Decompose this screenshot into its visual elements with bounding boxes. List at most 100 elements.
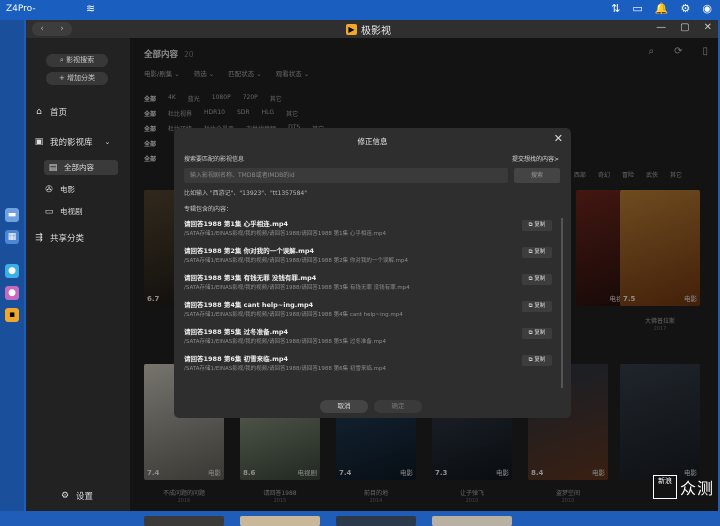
list-item: 请回答1988 第1集 心乎相连.mp4 /SATA存储1/EINAS影视/我的… [184,218,562,244]
apps-grid-icon[interactable]: ▦ [5,230,19,244]
list-item: 请回答1988 第6集 初雪来临.mp4 /SATA存储1/EINAS影视/我的… [184,353,562,379]
back-icon[interactable]: ‹ [40,24,44,34]
media-search-input[interactable]: 输入影视剧名称、TMDB或者IMDB的id [184,168,508,183]
sidebar-item-library[interactable]: ▣ 我的影视库 ⌄ [34,136,111,148]
sidebar-item-tv[interactable]: ▭ 电视剧 [44,206,83,217]
copy-button[interactable]: ⧉ 复制 [522,301,552,312]
sidebar-item-label: 设置 [76,492,94,502]
search-label: 搜索要匹配的影视信息 [184,156,245,163]
copy-icon: ⧉ [528,303,533,309]
plus-icon: + [58,74,65,82]
sidebar-item-label: 我的影视库 [50,138,93,148]
close-window-icon[interactable]: ✕ [704,22,712,33]
maximize-icon[interactable]: ▢ [680,22,689,33]
transfer-icon[interactable]: ⇅ [611,2,620,15]
sidebar-item-label: 共享分类 [50,234,85,244]
file-path: /SATA存储1/EINAS影视/我的视频/请回答1988/请回答1988 第6… [184,366,386,372]
shared-icon: ⇶ [35,233,43,243]
copy-icon: ⧉ [528,249,533,255]
sidebar: ⌕ 影视搜索 + 增加分类 ⌂ 首页 ▣ 我的影视库 ⌄ ▤ 全部内容 ✇ 电影 ▭ 电视剧… [26,38,130,511]
sidebar-item-home[interactable]: ⌂ 首页 [34,106,67,118]
film-reel-icon: ✇ [45,184,53,195]
copy-icon: ⧉ [528,276,533,282]
sidebar-item-label: 电影 [60,185,75,194]
host-name: Z4Pro- [6,4,36,14]
user-icon[interactable]: ◉ [702,2,712,15]
app-icon-purple[interactable]: ● [5,286,19,300]
watermark-logo: 新浪 [652,475,677,499]
search-submit-button[interactable]: 搜索 [514,168,560,183]
desktop-icon[interactable]: ▬ [5,208,19,222]
search-button-label: 影视搜索 [66,56,95,64]
sidebar-item-movie[interactable]: ✇ 电影 [44,184,75,195]
copy-button[interactable]: ⧉ 复制 [522,247,552,258]
wifi-icon: ≋ [86,2,96,15]
list-scrollbar[interactable] [561,218,563,388]
window-controls: — ▢ ✕ [656,22,712,33]
poster-card[interactable] [240,516,320,526]
settings-icon[interactable]: ⚙ [681,2,691,15]
title-bar: ‹ › ▶ 极影视 — ▢ ✕ [26,20,718,38]
search-button[interactable]: ⌕ 影视搜索 [46,54,108,67]
app-logo-icon: ▶ [346,24,357,35]
copy-label: 复制 [534,330,546,336]
app-title-text: 极影视 [361,26,391,37]
notification-icon[interactable]: 🔔 [655,2,669,15]
copy-icon: ⧉ [528,222,533,228]
confirm-button[interactable]: 确定 [374,400,422,413]
copy-label: 复制 [534,222,546,228]
app-icon-blue[interactable]: ● [5,264,19,278]
copy-button[interactable]: ⧉ 复制 [522,220,552,231]
list-item: 请回答1988 第5集 过冬准备.mp4 /SATA存储1/EINAS影视/我的… [184,326,562,352]
sidebar-item-shared[interactable]: ⇶ 共享分类 [34,232,84,244]
file-path: /SATA存储1/EINAS影视/我的视频/请回答1988/请回答1988 第5… [184,339,386,345]
nav-buttons: ‹ › [32,22,72,36]
copy-label: 复制 [534,357,546,363]
watermark: 新浪 众测 [652,475,714,499]
file-path: /SATA存储1/EINAS影视/我的视频/请回答1988/请回答1988 第1… [184,231,386,237]
album-list-label: 专辑包含的内容： [184,206,233,213]
list-item: 请回答1988 第4集 cant help~ing.mp4 /SATA存储1/E… [184,299,562,325]
file-name: 请回答1988 第2集 你对我的一个误解.mp4 [184,247,315,255]
file-path: /SATA存储1/EINAS影视/我的视频/请回答1988/请回答1988 第3… [184,285,410,291]
fix-info-dialog: 修正信息 ✕ 搜索要匹配的影视信息 提交想找的内容> 输入影视剧名称、TMDB或… [174,128,571,418]
close-icon[interactable]: ✕ [554,132,563,145]
watermark-text: 众测 [679,479,714,498]
file-name: 请回答1988 第5集 过冬准备.mp4 [184,328,289,336]
gear-icon: ⚙ [60,491,70,501]
minimize-icon[interactable]: — [656,22,666,33]
poster-card[interactable] [432,516,512,526]
library-icon: ▣ [34,137,44,147]
file-path: /SATA存储1/EINAS影视/我的视频/请回答1988/请回答1988 第4… [184,312,403,318]
add-category-button[interactable]: + 增加分类 [46,72,108,85]
search-hint: 比如输入 "西游记"、"13923"、"tt1357584" [184,190,307,197]
forward-icon[interactable]: › [60,24,64,34]
folder-icon: ▤ [48,162,58,173]
sidebar-item-label: 全部内容 [64,163,94,172]
copy-button[interactable]: ⧉ 复制 [522,328,552,339]
window-icon[interactable]: ▭ [632,2,642,15]
sidebar-item-settings[interactable]: ⚙ 设置 [60,490,93,502]
poster-card[interactable] [144,516,224,526]
copy-icon: ⧉ [528,357,533,363]
sidebar-item-all-content[interactable]: ▤ 全部内容 [44,160,118,175]
copy-button[interactable]: ⧉ 复制 [522,274,552,285]
file-name: 请回答1988 第1集 心乎相连.mp4 [184,220,289,228]
copy-button[interactable]: ⧉ 复制 [522,355,552,366]
copy-label: 复制 [534,249,546,255]
sidebar-item-label: 首页 [50,108,68,118]
app-title: ▶ 极影视 [346,22,391,37]
system-tray: ⇅ ▭ 🔔 ⚙ ◉ [611,2,712,15]
home-icon: ⌂ [36,107,42,117]
feedback-link[interactable]: 提交想找的内容> [512,154,559,163]
list-item: 请回答1988 第3集 有钱无罪 没钱有罪.mp4 /SATA存储1/EINAS… [184,272,562,298]
system-bar: Z4Pro- ≋ ⇅ ▭ 🔔 ⚙ ◉ [0,0,720,20]
search-icon: ⌕ [59,56,64,64]
dialog-title: 修正信息 [357,137,388,146]
app-icon-jiyingshi[interactable]: ▪ [5,308,19,322]
cancel-button[interactable]: 取消 [320,400,368,413]
copy-label: 复制 [534,276,546,282]
sidebar-item-label: 电视剧 [60,207,83,216]
copy-icon: ⧉ [528,330,533,336]
poster-card[interactable] [336,516,416,526]
